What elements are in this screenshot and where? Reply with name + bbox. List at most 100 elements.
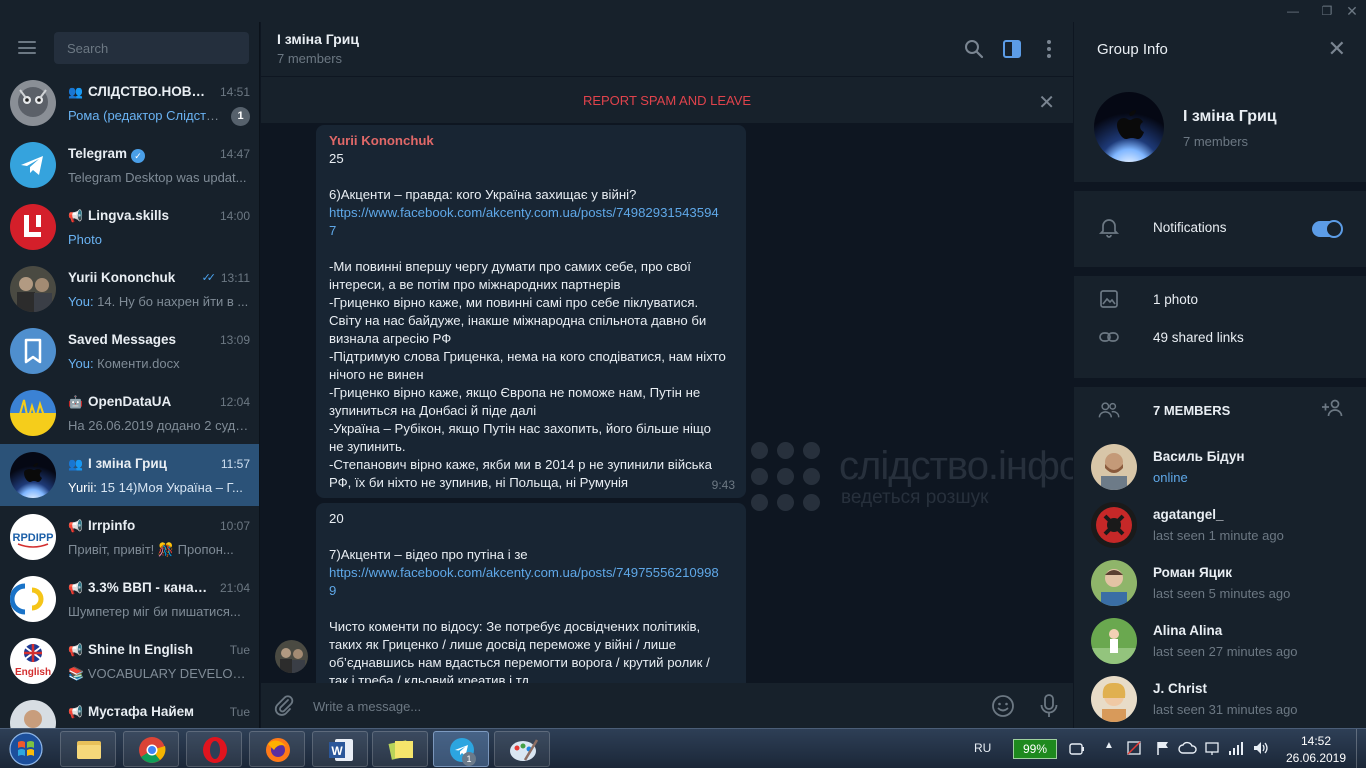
member-item[interactable]: Роман Яцик last seen 5 minutes ago: [1074, 556, 1366, 614]
message-input[interactable]: [303, 691, 963, 721]
message-link[interactable]: 9: [329, 582, 733, 600]
emoji-icon[interactable]: [991, 694, 1015, 718]
members-section: 7 MEMBERS Василь Бідун online agatangel_ la…: [1074, 387, 1366, 728]
message-text: визнала агресію РФ: [329, 331, 452, 346]
unread-badge: 1: [231, 107, 250, 126]
photo-icon: [1100, 290, 1118, 308]
signal-strength-icon[interactable]: [1228, 740, 1244, 756]
close-spam-bar-icon[interactable]: ✕: [1038, 90, 1055, 115]
taskbar-telegram[interactable]: 1: [433, 731, 489, 767]
shared-photos-link[interactable]: 1 photo: [1153, 292, 1198, 307]
power-icon[interactable]: [1068, 740, 1086, 758]
shared-links-link[interactable]: 49 shared links: [1153, 330, 1244, 345]
watermark-title: слідство.інфо: [839, 444, 1073, 488]
chat-preview: Рома (редактор Слідств...: [68, 108, 223, 123]
attach-icon[interactable]: [273, 694, 295, 716]
close-panel-icon[interactable]: ✕: [1328, 36, 1346, 62]
search-icon[interactable]: [963, 38, 985, 60]
members-icon: [1098, 402, 1120, 418]
menu-icon[interactable]: [18, 41, 36, 54]
message-bubble[interactable]: Yurii Kononchuk 25 6)Акценти – правда: ког…: [316, 125, 746, 498]
action-center-flag-icon[interactable]: [1155, 740, 1171, 756]
message-text: 6)Акценти – правда: кого Україна захищає…: [329, 187, 637, 202]
start-button-icon[interactable]: [4, 730, 48, 768]
taskbar-word[interactable]: W: [312, 731, 368, 767]
add-member-icon[interactable]: [1321, 397, 1345, 419]
chat-list-item[interactable]: English 📢 Shine In English Tue 📚 VOCABULARY …: [0, 630, 259, 692]
sidebar-toggle-icon[interactable]: [1001, 38, 1023, 60]
message-text: -Україна – Рубікон, якщо Путін нас захоп…: [329, 421, 711, 436]
group-avatar[interactable]: [1094, 92, 1164, 162]
clock-time[interactable]: 14:52: [1286, 734, 1346, 748]
chat-name-text: Telegram: [68, 146, 128, 161]
message-link[interactable]: 7: [329, 222, 733, 240]
megaphone-icon: 📢: [68, 643, 83, 657]
member-item[interactable]: agatangel_ last seen 1 minute ago: [1074, 498, 1366, 556]
taskbar-opera[interactable]: [186, 731, 242, 767]
member-avatar: [1091, 502, 1137, 548]
taskbar-chrome[interactable]: [123, 731, 179, 767]
language-indicator[interactable]: RU: [974, 741, 991, 755]
notification-icon[interactable]: [1126, 740, 1142, 756]
group-icon: 👥: [68, 457, 83, 471]
battery-indicator[interactable]: 99%: [1013, 739, 1057, 759]
chat-list-item[interactable]: Saved Messages 13:09 You: Коменти.docx: [0, 320, 259, 382]
chat-preview: You: Коменти.docx: [68, 356, 250, 371]
chat-time: Tue: [229, 643, 250, 657]
chat-list-item[interactable]: 👥 І зміна Гриц 11:57 Yurii: 15 14)Моя Украї…: [0, 444, 259, 506]
report-spam-button[interactable]: REPORT SPAM AND LEAVE: [261, 93, 1073, 108]
message-text: не зупинить.: [329, 439, 406, 454]
member-item[interactable]: Alina Alina last seen 27 minutes ago: [1074, 614, 1366, 672]
notifications-toggle[interactable]: [1312, 220, 1343, 238]
chat-list-item[interactable]: 🤖 OpenDataUA 12:04 На 26.06.2019 додано 2 с…: [0, 382, 259, 444]
chat-name-text: Lingva.skills: [87, 208, 169, 223]
network-icon[interactable]: [1204, 740, 1220, 756]
chat-name-text: Yurii Kononchuk: [68, 270, 176, 285]
message-link[interactable]: https://www.facebook.com/akcenty.com.ua/…: [329, 564, 733, 582]
group-member-count: 7 members: [1183, 134, 1249, 149]
chat-list-item[interactable]: 📢 Lingva.skills 14:00 Photo: [0, 196, 259, 258]
taskbar-firefox[interactable]: [249, 731, 305, 767]
message-text: Світу на нас байдуже, інакше міжнародна …: [329, 313, 707, 328]
message-bubble[interactable]: 20 7)Акценти – відео про путіна і зе https…: [316, 503, 746, 683]
chat-time: 14:47: [219, 147, 250, 161]
watermark-subtitle: ведеться розшук: [841, 487, 989, 508]
message-text: -Гриценко вірно каже, якщо Європа не пом…: [329, 385, 701, 400]
taskbar-sticky-notes[interactable]: [372, 731, 428, 767]
taskbar-explorer[interactable]: [60, 731, 116, 767]
cloud-sync-icon[interactable]: [1178, 740, 1198, 756]
minimize-button[interactable]: —: [1279, 2, 1307, 20]
chat-area: І зміна Гриц 7 members REPORT SPAM AND L…: [261, 22, 1073, 728]
paint-icon: [510, 739, 539, 761]
megaphone-icon: 📢: [68, 705, 83, 719]
chat-preview: Шумпетер міг би пишатися...: [68, 604, 250, 619]
chat-list-item[interactable]: RPDIPP 📢 Irrpinfo 10:07 Привіт, привіт! 🎊 Пр…: [0, 506, 259, 568]
chat-list-item[interactable]: 👥 СЛІДСТВО.НОВИ... 14:51 Рома (редактор Слі…: [0, 72, 259, 134]
chat-title[interactable]: І зміна Гриц: [277, 31, 359, 47]
member-item[interactable]: J. Christ last seen 31 minutes ago: [1074, 672, 1366, 728]
sender-avatar[interactable]: [275, 640, 308, 673]
message-link[interactable]: https://www.facebook.com/akcenty.com.ua/…: [329, 204, 733, 222]
chat-list-item[interactable]: Telegram ✓ 14:47 Telegram Desktop was updat…: [0, 134, 259, 196]
close-window-button[interactable]: ✕: [1338, 2, 1366, 20]
chat-list-item[interactable]: 📢 Мустафа Найем Tue: [0, 692, 259, 728]
more-options-icon[interactable]: [1038, 38, 1060, 60]
microphone-icon[interactable]: [1038, 693, 1060, 719]
spam-bar: REPORT SPAM AND LEAVE ✕: [261, 77, 1073, 123]
show-hidden-icons-icon[interactable]: ▲: [1104, 740, 1114, 751]
chat-name: 👥 І зміна Гриц: [68, 456, 208, 471]
chat-list-item[interactable]: 📢 3.3% ВВП - канал ... 21:04 Шумпетер міг б…: [0, 568, 259, 630]
chat-list-item[interactable]: Yurii Kononchuk 13:11 ✓✓ You: 14. Ну бо нах…: [0, 258, 259, 320]
member-item[interactable]: Василь Бідун online: [1074, 440, 1366, 498]
show-desktop-button[interactable]: [1356, 729, 1366, 768]
message-author[interactable]: Yurii Kononchuk: [329, 132, 733, 150]
maximize-button[interactable]: ❐: [1313, 2, 1341, 20]
search-input[interactable]: [54, 32, 249, 64]
volume-icon[interactable]: [1252, 740, 1270, 756]
message-text: таких як Гриценко / лише досвід переможе…: [329, 637, 677, 652]
clock-date[interactable]: 26.06.2019: [1280, 751, 1352, 765]
taskbar-paint[interactable]: [494, 731, 550, 767]
word-icon: W: [329, 739, 353, 761]
notifications-label: Notifications: [1153, 220, 1227, 235]
